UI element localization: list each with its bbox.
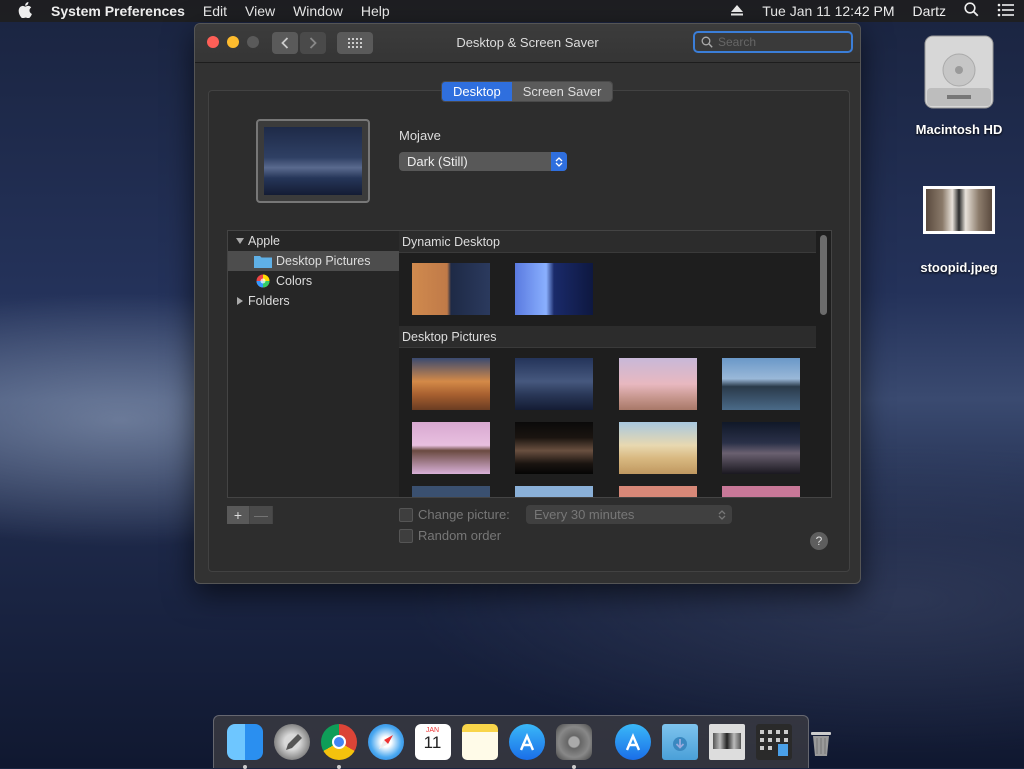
popup-arrows-icon — [551, 152, 567, 171]
wallpaper-tile-4[interactable] — [722, 358, 800, 410]
section-header-pictures: Desktop Pictures — [399, 326, 816, 348]
edit-menu[interactable]: Edit — [194, 3, 236, 19]
apple-menu-icon[interactable] — [0, 1, 42, 21]
finder-icon[interactable] — [226, 724, 263, 769]
tab-screen-saver[interactable]: Screen Saver — [511, 82, 613, 101]
wallpaper-tile-8[interactable] — [722, 422, 800, 474]
wallpaper-tile-6[interactable] — [515, 422, 593, 474]
help-menu[interactable]: Help — [352, 3, 399, 19]
macintosh-hd-label: Macintosh HD — [915, 122, 1003, 137]
wallpaper-tile-3[interactable] — [619, 358, 697, 410]
source-item-colors[interactable]: Colors — [228, 271, 400, 291]
tab-desktop[interactable]: Desktop — [442, 82, 512, 101]
change-picture-option[interactable]: Change picture: — [399, 507, 510, 522]
window-menu[interactable]: Window — [284, 3, 352, 19]
search-field[interactable]: Search — [693, 31, 853, 53]
stoopid-jpeg-desktop-icon[interactable]: stoopid.jpeg — [907, 186, 1011, 275]
color-wheel-icon — [256, 274, 270, 288]
source-colors-label: Colors — [276, 274, 313, 288]
app-menu[interactable]: System Preferences — [42, 3, 194, 19]
safari-icon[interactable] — [367, 724, 404, 760]
trash-icon[interactable] — [803, 724, 839, 760]
chrome-icon[interactable] — [320, 724, 357, 769]
applications-folder-icon[interactable] — [614, 724, 651, 760]
image-file-thumbnail-icon — [923, 186, 995, 234]
wallpaper-name: Mojave — [399, 128, 441, 143]
wallpaper-gallery: Dynamic Desktop Desktop Pictures — [399, 230, 832, 498]
view-menu[interactable]: View — [236, 3, 284, 19]
calendar-day: 11 — [423, 733, 442, 752]
gallery-scrollbar[interactable] — [820, 235, 827, 315]
downloads-folder-icon[interactable] — [661, 724, 698, 760]
current-wallpaper-preview — [256, 119, 370, 203]
tab-control: Desktop Screen Saver — [441, 81, 614, 102]
eject-icon[interactable] — [721, 3, 753, 19]
change-interval-value: Every 30 minutes — [534, 507, 635, 522]
wallpaper-tile-1[interactable] — [412, 358, 490, 410]
disclosure-right-icon[interactable] — [235, 296, 245, 306]
wallpaper-mode-value: Dark (Still) — [407, 154, 468, 169]
wallpaper-tile-solar-gradients[interactable] — [515, 263, 593, 315]
add-folder-button[interactable]: + — [227, 506, 250, 524]
wallpaper-tile-11[interactable] — [619, 486, 697, 497]
random-order-label: Random order — [418, 528, 502, 543]
wallpaper-mode-popup[interactable]: Dark (Still) — [399, 152, 567, 171]
search-icon — [701, 36, 713, 48]
screenshots-stack-icon[interactable] — [755, 724, 792, 760]
change-picture-label: Change picture: — [418, 507, 510, 522]
user-menu[interactable]: Dartz — [904, 3, 955, 19]
source-list-controls: + — — [227, 506, 273, 524]
remove-folder-button[interactable]: — — [250, 506, 273, 524]
change-interval-popup[interactable]: Every 30 minutes — [526, 505, 732, 524]
macintosh-hd-desktop-icon[interactable]: Macintosh HD — [907, 32, 1011, 137]
wallpaper-tile-5[interactable] — [412, 422, 490, 474]
wallpaper-tile-12[interactable] — [722, 486, 800, 497]
title-bar: Desktop & Screen Saver Search — [195, 24, 860, 63]
source-item-desktop-pictures[interactable]: Desktop Pictures — [228, 251, 400, 271]
app-store-icon[interactable] — [508, 724, 545, 760]
source-apple-label: Apple — [248, 234, 280, 248]
recent-document-stack-icon[interactable] — [708, 724, 745, 760]
dock: JAN 11 — [213, 715, 831, 769]
spotlight-search-icon[interactable] — [955, 2, 988, 20]
wallpaper-tile-mojave-dynamic[interactable] — [412, 263, 490, 315]
source-list: Apple Desktop Pictures Colors Folders — [227, 230, 401, 498]
notes-icon[interactable] — [461, 724, 498, 760]
stoopid-jpeg-label: stoopid.jpeg — [920, 260, 998, 275]
calendar-icon[interactable]: JAN 11 — [414, 724, 451, 760]
folder-icon — [254, 255, 272, 268]
search-placeholder: Search — [718, 35, 757, 49]
hard-drive-icon — [924, 35, 994, 109]
wallpaper-tile-10[interactable] — [515, 486, 593, 497]
launchpad-icon[interactable] — [273, 724, 310, 760]
wallpaper-tile-7[interactable] — [619, 422, 697, 474]
source-folders-label: Folders — [248, 294, 290, 308]
section-header-dynamic: Dynamic Desktop — [399, 231, 816, 253]
notification-center-icon[interactable] — [988, 3, 1024, 20]
disclosure-down-icon[interactable] — [235, 236, 245, 246]
desktop-screen-saver-window: Desktop & Screen Saver Search Desktop Sc… — [194, 23, 861, 584]
source-group-folders[interactable]: Folders — [228, 291, 400, 311]
random-order-option[interactable]: Random order — [399, 528, 501, 543]
source-group-apple[interactable]: Apple — [228, 231, 400, 251]
change-picture-checkbox[interactable] — [399, 507, 413, 522]
menubar-clock[interactable]: Tue Jan 11 12:42 PM — [753, 3, 903, 19]
popup-arrows-icon — [718, 509, 726, 520]
menu-bar: System Preferences Edit View Window Help… — [0, 0, 1024, 22]
system-preferences-icon[interactable] — [555, 724, 592, 769]
source-desktop-pictures-label: Desktop Pictures — [276, 254, 371, 268]
wallpaper-tile-9[interactable] — [412, 486, 490, 497]
random-order-checkbox[interactable] — [399, 528, 413, 543]
help-button[interactable]: ? — [810, 532, 828, 550]
wallpaper-tile-2[interactable] — [515, 358, 593, 410]
